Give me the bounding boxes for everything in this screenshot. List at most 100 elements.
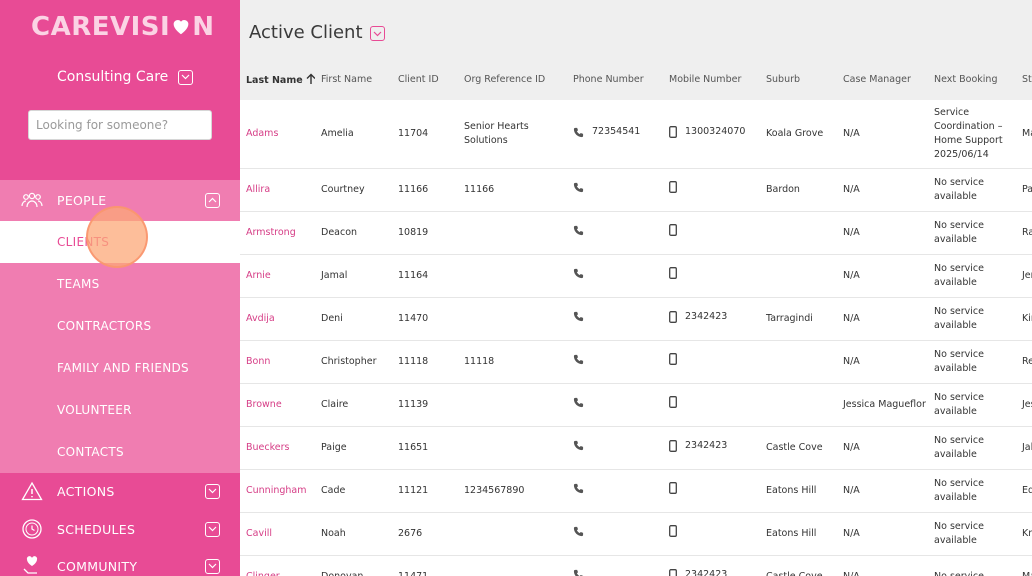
phone-icon[interactable] bbox=[573, 225, 584, 236]
last-name-cell[interactable]: Browne bbox=[240, 383, 315, 427]
expand-toggle[interactable] bbox=[205, 558, 220, 574]
expand-toggle[interactable] bbox=[205, 521, 220, 537]
column-header-org-reference-id[interactable]: Org Reference ID bbox=[458, 58, 567, 100]
mobile-icon[interactable] bbox=[669, 125, 677, 138]
mobile-icon[interactable] bbox=[669, 482, 677, 494]
case-manager-cell: Jessica Magueflor bbox=[837, 383, 928, 427]
sidebar-item-contacts[interactable]: CONTACTS bbox=[0, 431, 240, 473]
next-booking-cell: No service available bbox=[928, 211, 1016, 255]
status-cell: Ed bbox=[1016, 469, 1032, 513]
case-manager-cell: N/A bbox=[837, 297, 928, 341]
mobile-cell bbox=[663, 512, 760, 556]
org-selector[interactable]: Consulting Care bbox=[57, 66, 194, 88]
sidebar-item-volunteer[interactable]: VOLUNTEER bbox=[0, 389, 240, 431]
table-row[interactable]: Arnie Jamal 11164 N/A No service available Je… bbox=[240, 254, 1032, 298]
table-row[interactable]: Bonn Christopher 11118 11118 N/A No service a… bbox=[240, 340, 1032, 384]
table-row[interactable]: Bueckers Paige 11651 2342423 Castle Cove N/A N… bbox=[240, 426, 1032, 470]
table-row[interactable]: Adams Amelia 11704 Senior Hearts Solutions 7… bbox=[240, 100, 1032, 169]
column-header-last-name[interactable]: Last Name bbox=[240, 58, 315, 100]
last-name-cell[interactable]: Cavill bbox=[240, 512, 315, 556]
column-header-first-name[interactable]: First Name bbox=[315, 58, 392, 100]
last-name-cell[interactable]: Bueckers bbox=[240, 426, 315, 470]
table-row[interactable]: Browne Claire 11139 Jessica Magueflor No ser… bbox=[240, 383, 1032, 427]
nav-section-schedules[interactable]: SCHEDULES bbox=[0, 510, 240, 548]
column-header-status[interactable]: Sta bbox=[1016, 58, 1032, 100]
mobile-icon[interactable] bbox=[669, 568, 677, 576]
first-name-cell: Claire bbox=[315, 383, 392, 427]
phone-icon[interactable] bbox=[573, 526, 584, 537]
mobile-cell bbox=[663, 340, 760, 384]
column-header-client-id[interactable]: Client ID bbox=[392, 58, 458, 100]
phone-icon[interactable] bbox=[573, 268, 584, 279]
last-name-cell[interactable]: Cunningham bbox=[240, 469, 315, 513]
status-cell: Jal bbox=[1016, 426, 1032, 470]
org-dropdown-toggle[interactable] bbox=[178, 69, 194, 85]
table-row[interactable]: Armstrong Deacon 10819 N/A No service availa… bbox=[240, 211, 1032, 255]
nav-section-people[interactable]: PEOPLE bbox=[0, 181, 240, 219]
column-header-case-manager[interactable]: Case Manager bbox=[837, 58, 928, 100]
mobile-icon[interactable] bbox=[669, 181, 677, 193]
sidebar-item-contractors[interactable]: CONTRACTORS bbox=[0, 305, 240, 347]
mobile-icon[interactable] bbox=[669, 439, 677, 452]
suburb-cell: Castle Cove bbox=[760, 555, 837, 576]
status-cell: Pa bbox=[1016, 168, 1032, 212]
case-manager-cell: N/A bbox=[837, 469, 928, 513]
mobile-icon[interactable] bbox=[669, 267, 677, 279]
client-id-cell: 11166 bbox=[392, 168, 458, 212]
phone-icon[interactable] bbox=[573, 569, 584, 576]
suburb-cell bbox=[760, 254, 837, 298]
chevron-up-icon bbox=[208, 197, 217, 203]
heart-icon bbox=[173, 20, 189, 35]
phone-icon[interactable] bbox=[573, 483, 584, 494]
last-name-cell[interactable]: Allira bbox=[240, 168, 315, 212]
org-ref-cell: Senior Hearts Solutions bbox=[458, 100, 567, 169]
table-row[interactable]: Avdija Deni 11470 2342423 Tarragindi N/A No se… bbox=[240, 297, 1032, 341]
phone-icon[interactable] bbox=[573, 127, 584, 138]
search-input[interactable] bbox=[28, 110, 212, 140]
nav-section-community[interactable]: COMMUNITY bbox=[0, 547, 240, 576]
suburb-cell bbox=[760, 211, 837, 255]
phone-icon[interactable] bbox=[573, 397, 584, 408]
client-id-cell: 11471 bbox=[392, 555, 458, 576]
last-name-cell[interactable]: Bonn bbox=[240, 340, 315, 384]
phone-cell bbox=[567, 168, 663, 212]
last-name-cell[interactable]: Avdija bbox=[240, 297, 315, 341]
org-ref-cell bbox=[458, 512, 567, 556]
mobile-icon[interactable] bbox=[669, 525, 677, 537]
org-ref-cell bbox=[458, 383, 567, 427]
table-row[interactable]: Allira Courtney 11166 11166 Bardon N/A No serv… bbox=[240, 168, 1032, 212]
sidebar-item-clients[interactable]: CLIENTS bbox=[0, 221, 240, 263]
phone-icon[interactable] bbox=[573, 440, 584, 451]
next-booking-cell: No service available bbox=[928, 512, 1016, 556]
client-filter-dropdown[interactable] bbox=[370, 26, 385, 41]
table-row[interactable]: Clinger Donovan 11471 2342423 Castle Cove N/A… bbox=[240, 555, 1032, 576]
phone-icon[interactable] bbox=[573, 182, 584, 193]
nav-section-actions[interactable]: ACTIONS bbox=[0, 472, 240, 510]
mobile-icon[interactable] bbox=[669, 224, 677, 236]
column-header-phone-number[interactable]: Phone Number bbox=[567, 58, 663, 100]
column-header-next-booking[interactable]: Next Booking bbox=[928, 58, 1016, 100]
last-name-cell[interactable]: Clinger bbox=[240, 555, 315, 576]
table-row[interactable]: Cavill Noah 2676 Eatons Hill N/A No service a… bbox=[240, 512, 1032, 556]
column-header-suburb[interactable]: Suburb bbox=[760, 58, 837, 100]
mobile-icon[interactable] bbox=[669, 310, 677, 323]
phone-icon[interactable] bbox=[573, 354, 584, 365]
next-booking-cell: No service available bbox=[928, 297, 1016, 341]
last-name-cell[interactable]: Armstrong bbox=[240, 211, 315, 255]
carevision-logo[interactable]: CAREVISI N bbox=[31, 12, 214, 42]
collapse-toggle[interactable] bbox=[205, 192, 220, 208]
org-ref-cell bbox=[458, 426, 567, 470]
mobile-icon[interactable] bbox=[669, 396, 677, 408]
heart-hand-icon bbox=[20, 554, 44, 576]
phone-cell bbox=[567, 469, 663, 513]
last-name-cell[interactable]: Adams bbox=[240, 100, 315, 169]
sidebar-item-teams[interactable]: TEAMS bbox=[0, 263, 240, 305]
phone-icon[interactable] bbox=[573, 311, 584, 322]
mobile-icon[interactable] bbox=[669, 353, 677, 365]
table-row[interactable]: Cunningham Cade 11121 1234567890 Eatons Hill… bbox=[240, 469, 1032, 513]
last-name-cell[interactable]: Arnie bbox=[240, 254, 315, 298]
expand-toggle[interactable] bbox=[205, 483, 220, 499]
sidebar-item-family-and-friends[interactable]: FAMILY AND FRIENDS bbox=[0, 347, 240, 389]
column-header-mobile-number[interactable]: Mobile Number bbox=[663, 58, 760, 100]
phone-cell: 72354541 bbox=[567, 100, 663, 169]
